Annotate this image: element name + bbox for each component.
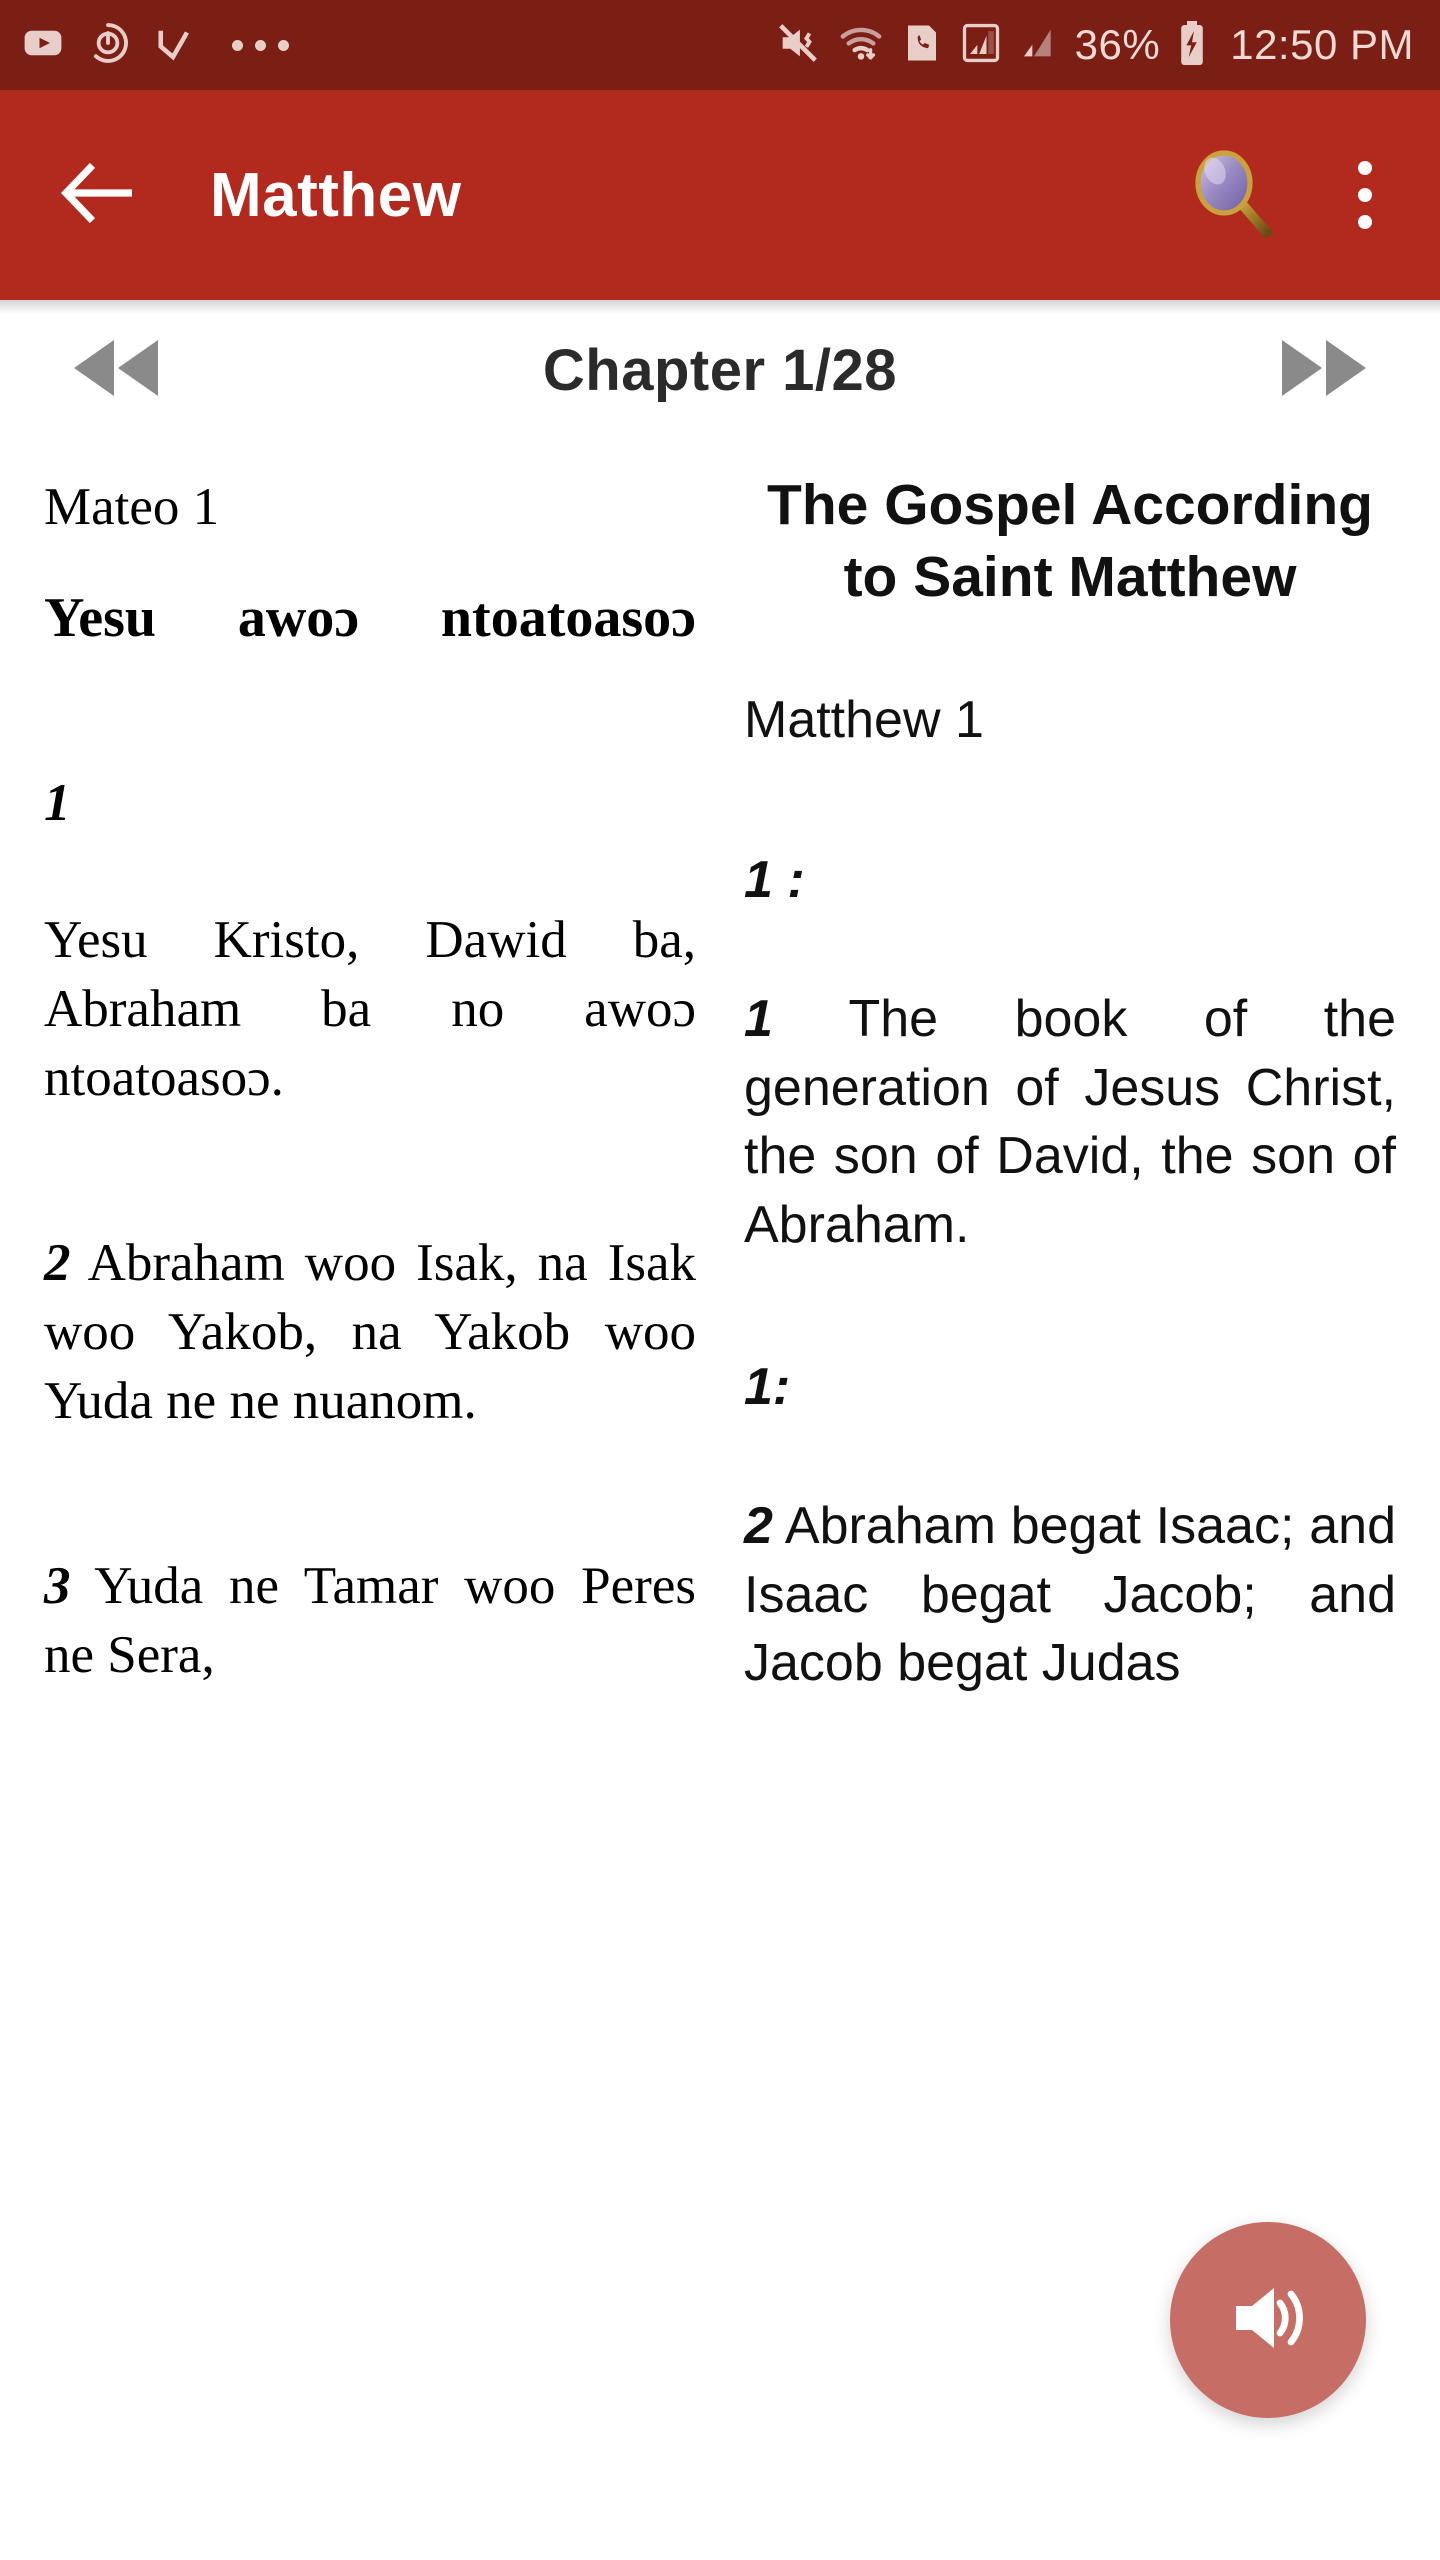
verse-number: 1 xyxy=(744,990,773,1049)
signal-bars-2-icon xyxy=(1019,20,1059,71)
verse-right-1[interactable]: 1 The book of the generation of Jesus Ch… xyxy=(744,985,1396,1260)
overflow-menu-icon xyxy=(1358,161,1372,229)
verse-number: 2 xyxy=(744,1496,773,1555)
battery-charging-icon xyxy=(1176,19,1208,72)
verse-text: Yuda ne Tamar woo Peres ne Sera, xyxy=(44,1556,696,1684)
speaker-volume-icon xyxy=(1214,2264,1322,2377)
right-book-title: The Gospel According to Saint Matthew xyxy=(767,473,1373,609)
verse-left-1[interactable]: 1 Yesu Kristo, Dawid ba, Abraham ba no a… xyxy=(44,769,696,1113)
right-verse-label-1: 1 : xyxy=(744,849,1396,911)
search-button[interactable] xyxy=(1176,140,1286,250)
verse-left-3[interactable]: 3 Yuda ne Tamar woo Peres ne Sera, xyxy=(44,1552,696,1690)
left-section-heading: Yesu awoɔ ntoatoasoɔ xyxy=(44,587,696,650)
verse-label-text: 1 : xyxy=(744,850,805,909)
youtube-icon xyxy=(22,22,64,69)
verse-number: 2 xyxy=(44,1234,71,1293)
battery-percent-label: 36% xyxy=(1074,21,1161,68)
verse-label-text: 1: xyxy=(744,1357,791,1416)
status-bar-notifications xyxy=(22,21,289,70)
checkmark-arrow-icon xyxy=(152,22,194,69)
app-bar-actions xyxy=(1176,140,1400,250)
verse-text: Yesu Kristo, Dawid ba, Abraham ba no awo… xyxy=(44,911,696,1108)
signal-bars-icon xyxy=(959,20,1003,71)
right-book-reference: Matthew 1 xyxy=(744,690,984,749)
fast-forward-icon xyxy=(1276,332,1372,409)
status-bar-system: 36% 12:50 PM xyxy=(775,19,1414,72)
right-verse-label-2: 1: xyxy=(744,1356,1396,1418)
chapter-navigation-bar: Chapter 1/28 xyxy=(0,300,1440,440)
column-source-language[interactable]: Mateo 1 Yesu awoɔ ntoatoasoɔ 1 Yesu Kris… xyxy=(44,440,696,2560)
verse-number: 1 xyxy=(44,773,71,832)
verse-text: Abraham begat Isaac; and Isaac begat Jac… xyxy=(744,1496,1396,1693)
verse-number: 3 xyxy=(44,1556,71,1615)
next-chapter-button[interactable] xyxy=(1264,315,1384,425)
status-bar: 36% 12:50 PM xyxy=(0,0,1440,90)
back-arrow-icon xyxy=(60,162,136,229)
page-title: Matthew xyxy=(210,160,462,230)
text-to-speech-button[interactable] xyxy=(1170,2222,1366,2418)
left-book-reference: Mateo 1 xyxy=(44,478,220,536)
wifi-icon xyxy=(837,20,885,71)
overflow-menu-button[interactable] xyxy=(1330,140,1400,250)
verse-right-2[interactable]: 2 Abraham begat Isaac; and Isaac begat J… xyxy=(744,1492,1396,1698)
app-bar: Matthew xyxy=(0,90,1440,314)
chapter-label: Chapter 1/28 xyxy=(542,337,898,403)
app-bar-shadow xyxy=(0,300,1440,314)
power-circle-icon xyxy=(86,21,130,70)
previous-chapter-button[interactable] xyxy=(56,315,176,425)
back-button[interactable] xyxy=(56,153,140,237)
verse-left-2[interactable]: 2 Abraham woo Isak, na Isak woo Yakob, n… xyxy=(44,1229,696,1436)
vibrate-off-icon xyxy=(775,20,821,71)
rewind-icon xyxy=(68,332,164,409)
clock-label: 12:50 PM xyxy=(1230,21,1414,68)
verse-text: The book of the generation of Jesus Chri… xyxy=(744,990,1396,1254)
magnifier-icon xyxy=(1179,141,1283,250)
more-dots-icon xyxy=(232,39,289,51)
verse-text: Abraham woo Isak, na Isak woo Yakob, na … xyxy=(44,1234,696,1430)
sim-phone-icon xyxy=(901,20,943,71)
